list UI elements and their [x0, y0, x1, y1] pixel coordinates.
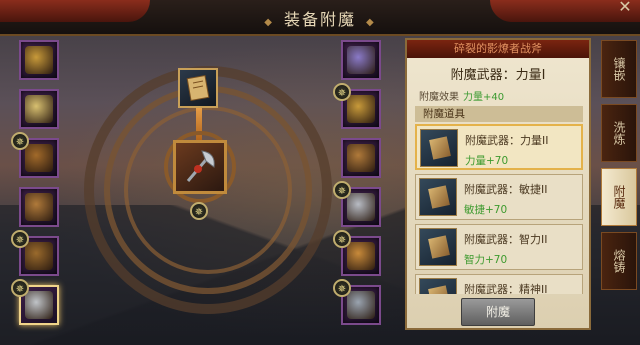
tab-2[interactable]: 附魔 [601, 168, 637, 226]
title-bar: ◆ 装备附魔 ◆ ✕ [0, 0, 640, 36]
scroll-icon [419, 228, 457, 266]
close-icon[interactable]: ✕ [616, 0, 634, 16]
enchant-item-row[interactable]: 附魔武器：精神II [415, 274, 583, 294]
window-title: ◆ 装备附魔 ◆ [264, 10, 376, 29]
equipment-item-icon [347, 291, 375, 319]
selected-equipment-slot[interactable] [173, 140, 227, 194]
equipment-item-icon [347, 46, 375, 74]
enchant-item-row[interactable]: 附魔武器：力量II 力量+70 [415, 124, 583, 170]
enchant-item-name: 附魔武器：敏捷II [464, 183, 548, 196]
title-diamond-icon: ◆ [264, 17, 274, 28]
effect-label: 附魔效果 [419, 92, 459, 103]
enchant-item-bonus: 力量+70 [465, 155, 509, 167]
enchant-item-name: 附魔武器：精神II [464, 283, 548, 294]
enchant-item-row[interactable]: 附魔武器：敏捷II 敏捷+70 [415, 174, 583, 220]
enchanted-star-icon: ✵ [11, 279, 29, 297]
equipment-item-icon [25, 193, 53, 221]
equipment-item-icon [25, 242, 53, 270]
tab-0[interactable]: 镶嵌 [601, 40, 637, 98]
scroll-icon [420, 129, 458, 167]
equipment-item-icon [25, 46, 53, 74]
enchant-scroll-slot[interactable] [178, 68, 218, 108]
boots-slot[interactable] [341, 138, 381, 178]
enchant-item-bonus: 敏捷+70 [464, 204, 508, 216]
amulet-slot[interactable] [341, 40, 381, 80]
tab-1[interactable]: 洗炼 [601, 104, 637, 162]
equipment-item-icon [25, 95, 53, 123]
item-name-header: 碎裂的影燎者战斧 [407, 40, 589, 58]
enchanted-star-icon: ✵ [11, 132, 29, 150]
effect-value: 力量+40 [463, 92, 505, 103]
bracer-slot[interactable] [19, 187, 59, 227]
enchanted-star-icon: ✵ [333, 279, 351, 297]
tab-3[interactable]: 熔铸 [601, 232, 637, 290]
equipment-item-icon [347, 242, 375, 270]
enchant-item-name: 附魔武器：智力II [464, 233, 548, 246]
enchant-item-bonus: 智力+70 [464, 254, 508, 266]
enchant-effect: 附魔效果 力量+40 [419, 88, 504, 103]
title-diamond-icon: ◆ [366, 17, 376, 28]
equipment-item-icon [347, 193, 375, 221]
enchant-item-row[interactable]: 附魔武器：智力II 智力+70 [415, 224, 583, 270]
equipment-item-icon [347, 144, 375, 172]
enchant-button[interactable]: 附魔 [461, 298, 535, 326]
current-enchant-title: 附魔武器：力量I [450, 68, 546, 83]
equipment-item-icon [347, 95, 375, 123]
enchant-panel: 碎裂的影燎者战斧 附魔武器：力量I 附魔效果 力量+40 附魔道具 附魔武器：力量… [405, 38, 591, 330]
enchant-items-header: 附魔道具 [415, 106, 583, 122]
scroll-icon [186, 75, 210, 101]
enchanted-star-icon: ✵ [333, 181, 351, 199]
axe-icon [186, 150, 215, 182]
enchanted-star-icon: ✵ [11, 230, 29, 248]
enchant-item-list[interactable]: 附魔武器：力量II 力量+70 附魔武器：敏捷II 敏捷+70 附魔武器：智力II 智力+… [415, 124, 583, 294]
enchanted-star-icon: ✵ [333, 230, 351, 248]
scroll-icon [419, 278, 457, 294]
enchant-item-name: 附魔武器：力量II [465, 134, 549, 147]
center-star-icon: ✵ [190, 202, 208, 220]
scroll-icon [419, 178, 457, 216]
enchanted-star-icon: ✵ [333, 83, 351, 101]
equipment-item-icon [25, 291, 53, 319]
equipment-item-icon [25, 144, 53, 172]
helmet-slot[interactable] [19, 40, 59, 80]
necklace-slot[interactable] [19, 89, 59, 129]
